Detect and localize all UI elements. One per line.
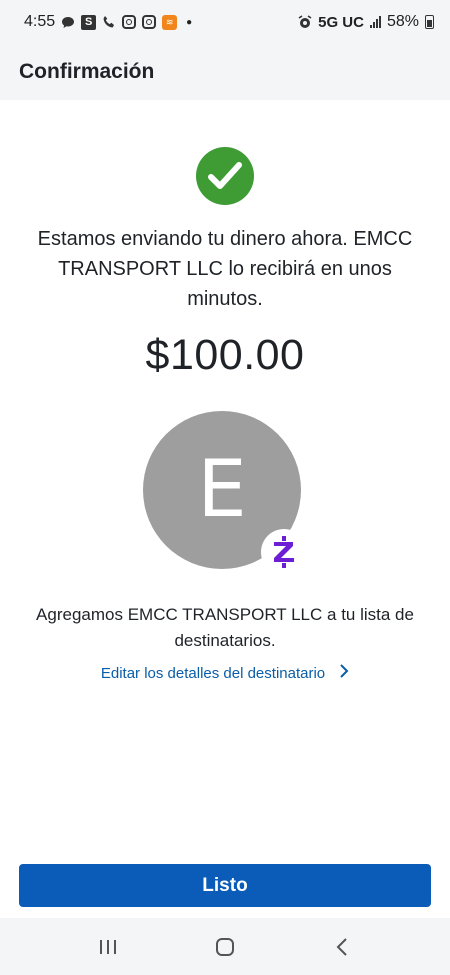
orange-app-icon: ≋ bbox=[162, 14, 178, 30]
chat-icon bbox=[61, 14, 75, 30]
done-button[interactable]: Listo bbox=[19, 864, 431, 907]
status-bar: 4:55 S ≋ ● 5G UC 58% bbox=[0, 0, 450, 44]
home-icon[interactable] bbox=[205, 932, 245, 962]
edit-recipient-link[interactable]: Editar los detalles del destinatario bbox=[0, 664, 450, 682]
avatar-initial: E bbox=[197, 445, 247, 535]
chevron-right-icon bbox=[339, 664, 349, 682]
back-icon[interactable] bbox=[322, 932, 362, 962]
added-recipient-message: Agregamos EMCC TRANSPORT LLC a tu lista … bbox=[36, 605, 414, 650]
alarm-icon bbox=[298, 14, 312, 30]
zelle-logo-icon bbox=[261, 529, 307, 575]
signal-icon bbox=[369, 16, 381, 28]
dot-icon: ● bbox=[186, 16, 193, 28]
s-app-icon: S bbox=[81, 14, 97, 30]
network-type: 5G UC bbox=[318, 13, 364, 31]
confirmation-message: Estamos enviando tu dinero ahora. EMCC T… bbox=[37, 228, 413, 310]
instagram-icon bbox=[142, 15, 157, 29]
battery-icon bbox=[425, 15, 434, 29]
page-title: Confirmación bbox=[19, 60, 155, 83]
recent-apps-icon[interactable] bbox=[88, 932, 128, 962]
amount: $100.00 bbox=[145, 331, 305, 379]
success-check-icon bbox=[196, 147, 254, 205]
instagram-icon bbox=[122, 15, 137, 29]
app-header: Confirmación bbox=[0, 44, 450, 100]
battery-percent: 58% bbox=[386, 13, 419, 30]
phone-icon bbox=[102, 14, 116, 30]
status-time: 4:55 bbox=[24, 13, 56, 30]
system-nav-bar bbox=[0, 918, 450, 975]
edit-recipient-label: Editar los detalles del destinatario bbox=[100, 664, 326, 682]
status-left: 4:55 S ≋ ● bbox=[24, 13, 195, 31]
status-right: 5G UC 58% bbox=[298, 13, 434, 31]
